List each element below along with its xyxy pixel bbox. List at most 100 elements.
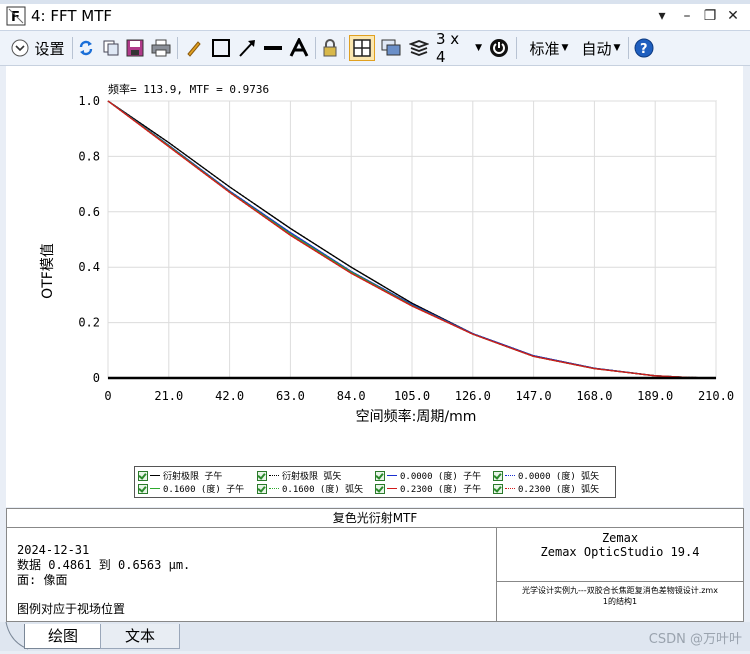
minimize-button[interactable]: – — [678, 7, 696, 25]
info-configuration: 1的结构1 — [602, 597, 638, 606]
checkbox-icon[interactable] — [375, 483, 385, 494]
checkbox-icon[interactable] — [493, 483, 503, 494]
x-tick-label: 105.0 — [394, 389, 430, 403]
line-swatch — [505, 488, 515, 489]
arrow-tool-icon[interactable] — [236, 37, 258, 59]
x-tick-label: 210.0 — [698, 389, 734, 403]
x-tick-label: 168.0 — [576, 389, 612, 403]
legend-item[interactable]: 0.0000 (度) 弧矢 — [493, 469, 599, 482]
auto-label: 自动 — [581, 39, 612, 58]
help-icon[interactable]: ? — [633, 37, 655, 59]
legend-item-label: 0.0000 (度) 弧矢 — [518, 472, 600, 482]
info-box: 复色光衍射MTF 2024-12-31 数据 0.4861 到 0.6563 μ… — [6, 508, 744, 622]
line-swatch — [505, 475, 515, 476]
x-tick-label: 84.0 — [337, 389, 366, 403]
mtf-chart: 频率= 113.9, MTF = 0.9736 0 21.0 42.0 63.0 84.… — [40, 82, 734, 425]
chevron-circle-icon — [11, 39, 29, 57]
chevron-down-icon: ▼ — [475, 43, 482, 53]
chevron-down-icon[interactable]: ▾ — [653, 7, 671, 25]
power-icon[interactable] — [488, 37, 510, 59]
info-legend-note: 图例对应于视场位置 — [17, 602, 126, 616]
auto-dropdown[interactable]: 自动 ▼ — [578, 37, 624, 59]
y-tick-label: 0.4 — [78, 260, 100, 274]
info-details: 2024-12-31 数据 0.4861 到 0.6563 μm. 面: 像面 … — [17, 543, 190, 617]
info-product: Zemax OpticStudio 19.4 — [540, 545, 700, 559]
layout-dropdown[interactable]: 3 x 4 ▼ — [436, 30, 482, 66]
refresh-icon[interactable] — [76, 37, 96, 59]
y-tick-label: 0 — [93, 371, 100, 385]
x-tick-label: 21.0 — [154, 389, 183, 403]
info-data-range: 数据 0.4861 到 0.6563 μm. — [17, 558, 191, 572]
checkbox-icon[interactable] — [375, 470, 385, 481]
legend-item-label: 0.2300 (度) 弧矢 — [518, 485, 600, 495]
rectangle-tool-icon[interactable] — [210, 37, 232, 59]
text-tool-icon[interactable] — [288, 37, 310, 59]
svg-text:?: ? — [640, 42, 648, 57]
y-tick-label: 1.0 — [78, 94, 100, 108]
checkbox-icon[interactable] — [138, 483, 148, 494]
line-swatch — [150, 475, 160, 476]
info-date: 2024-12-31 — [17, 543, 90, 557]
legend-item-label: 0.1600 (度) 弧矢 — [282, 485, 364, 495]
checkbox-icon[interactable] — [138, 470, 148, 481]
info-file-name: 光学设计实例九---双胶合长焦距复消色差物镜设计.zmx — [522, 586, 718, 595]
x-axis-label: 空间频率:周期/mm — [356, 408, 477, 425]
line-swatch — [387, 475, 397, 476]
info-surface: 面: 像面 — [17, 573, 68, 587]
legend-item-label: 0.0000 (度) 子午 — [400, 472, 482, 482]
legend-item[interactable]: 衍射极限 子午 — [138, 469, 222, 482]
tab-text[interactable]: 文本 — [100, 624, 180, 649]
legend-item[interactable]: 0.1600 (度) 弧矢 — [257, 482, 363, 495]
checkbox-icon[interactable] — [493, 470, 503, 481]
pencil-icon[interactable] — [184, 37, 204, 59]
x-tick-label: 42.0 — [215, 389, 244, 403]
checkbox-icon[interactable] — [257, 470, 267, 481]
restore-button[interactable]: ❐ — [701, 7, 719, 25]
standard-dropdown[interactable]: 标准 ▼ — [526, 37, 572, 59]
standard-label: 标准 — [529, 39, 560, 58]
legend-item-label: 衍射极限 子午 — [163, 472, 223, 482]
y-axis-label: OTF模值 — [40, 243, 56, 299]
settings-label: 设置 — [34, 39, 65, 58]
grid-layout-icon[interactable] — [349, 35, 375, 61]
chevron-down-icon: ▼ — [561, 43, 569, 53]
line-swatch — [150, 488, 160, 489]
print-icon[interactable] — [150, 37, 172, 59]
chart-grid — [107, 100, 717, 379]
toolbar: 设置 3 x 4 ▼ 标准 ▼ 自动 ▼ ? — [0, 30, 750, 66]
legend-item[interactable]: 0.0000 (度) 子午 — [375, 469, 481, 482]
settings-button[interactable]: 设置 — [6, 37, 70, 59]
checkbox-icon[interactable] — [257, 483, 267, 494]
line-tool-icon[interactable] — [262, 37, 284, 59]
legend-item[interactable]: 0.1600 (度) 子午 — [138, 482, 244, 495]
layers-icon[interactable] — [408, 37, 430, 59]
x-tick-label: 63.0 — [276, 389, 305, 403]
close-button[interactable]: ✕ — [724, 7, 742, 25]
layout-label: 3 x 4 — [436, 30, 460, 66]
fft-mtf-window-icon: F — [6, 6, 26, 26]
x-tick-label: 147.0 — [516, 389, 552, 403]
watermark: CSDN @万叶叶 — [648, 632, 742, 647]
legend-item-label: 0.1600 (度) 子午 — [163, 485, 245, 495]
lock-icon[interactable] — [320, 37, 340, 59]
x-tick-label: 189.0 — [637, 389, 673, 403]
info-company: Zemax — [601, 531, 639, 545]
cursor-readout: 频率= 113.9, MTF = 0.9736 — [108, 82, 269, 96]
legend-item[interactable]: 衍射极限 弧矢 — [257, 469, 341, 482]
save-icon[interactable] — [124, 37, 146, 59]
info-title: 复色光衍射MTF — [7, 509, 743, 528]
y-tick-label: 0.8 — [78, 149, 100, 163]
legend-item-label: 衍射极限 弧矢 — [282, 472, 342, 482]
window-layout-icon[interactable] — [380, 37, 402, 59]
legend-item[interactable]: 0.2300 (度) 子午 — [375, 482, 481, 495]
x-tick-label: 126.0 — [455, 389, 491, 403]
legend-item[interactable]: 0.2300 (度) 弧矢 — [493, 482, 599, 495]
window-title: 4: FFT MTF — [31, 7, 113, 25]
bottom-tabs: 绘图 文本 — [0, 621, 750, 651]
y-tick-label: 0.2 — [78, 316, 100, 330]
copy-icon[interactable] — [100, 37, 122, 59]
legend: 衍射极限 子午 衍射极限 弧矢 0.0000 (度) 子午 0.0000 (度)… — [134, 466, 616, 498]
tab-plot[interactable]: 绘图 — [24, 624, 102, 649]
info-right-panel: Zemax Zemax OpticStudio 19.4 光学设计实例九---双… — [497, 527, 743, 621]
legend-item-label: 0.2300 (度) 子午 — [400, 485, 482, 495]
